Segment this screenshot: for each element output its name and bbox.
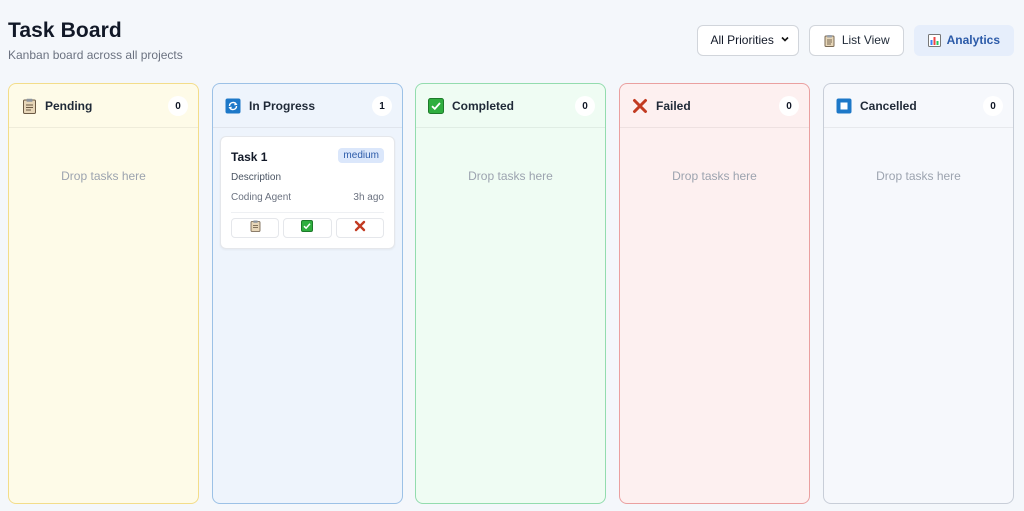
task-agent: Coding Agent xyxy=(231,192,292,203)
check-icon xyxy=(301,219,314,237)
task-card[interactable]: Task 1 medium Description Coding Agent 3… xyxy=(220,136,395,249)
drop-zone-placeholder: Drop tasks here xyxy=(672,169,757,183)
page-subtitle: Kanban board across all projects xyxy=(8,48,183,62)
column-header: In Progress 1 xyxy=(213,84,402,128)
column-cancelled[interactable]: Cancelled 0 Drop tasks here xyxy=(823,83,1014,504)
analytics-label: Analytics xyxy=(946,33,1000,47)
column-header: Cancelled 0 xyxy=(824,84,1013,128)
stop-icon xyxy=(836,98,852,114)
priority-badge: medium xyxy=(338,148,384,163)
kanban-board: Pending 0 Drop tasks here In Progress 1 … xyxy=(8,83,1014,504)
column-pending[interactable]: Pending 0 Drop tasks here xyxy=(8,83,199,504)
mark-completed-button[interactable] xyxy=(283,218,332,238)
cross-icon xyxy=(354,219,366,237)
analytics-button[interactable]: Analytics xyxy=(913,24,1014,56)
column-header: Failed 0 xyxy=(620,84,809,128)
list-view-button[interactable]: List View xyxy=(808,24,904,56)
task-board-page: Task Board Kanban board across all proje… xyxy=(0,0,1024,511)
column-title: Pending xyxy=(45,98,93,113)
column-header: Completed 0 xyxy=(416,84,605,128)
check-icon xyxy=(428,97,444,114)
task-description: Description xyxy=(231,172,282,183)
column-title: Failed xyxy=(656,98,691,113)
column-title: In Progress xyxy=(249,98,316,113)
drop-zone-placeholder: Drop tasks here xyxy=(61,169,146,183)
clipboard-icon xyxy=(823,34,836,47)
column-count-badge: 0 xyxy=(983,96,1003,116)
list-view-label: List View xyxy=(841,33,890,47)
column-title: Completed xyxy=(452,98,515,113)
column-title: Cancelled xyxy=(860,98,917,113)
priority-filter-select[interactable]: All Priorities xyxy=(697,24,799,56)
cross-icon xyxy=(632,98,648,114)
card-divider xyxy=(231,212,384,213)
page-title: Task Board xyxy=(8,19,122,42)
chevron-down-icon xyxy=(780,34,790,47)
column-count-badge: 0 xyxy=(168,96,188,116)
column-completed[interactable]: Completed 0 Drop tasks here xyxy=(415,83,606,504)
column-count-badge: 0 xyxy=(575,96,595,116)
refresh-icon xyxy=(225,98,241,114)
column-in-progress[interactable]: In Progress 1 Task 1 medium Description … xyxy=(212,83,403,504)
task-actions xyxy=(231,218,384,238)
column-count-badge: 0 xyxy=(779,96,799,116)
move-to-pending-button[interactable] xyxy=(231,218,280,238)
task-timestamp: 3h ago xyxy=(353,192,384,203)
page-header: Task Board Kanban board across all proje… xyxy=(0,0,1024,72)
drop-zone-placeholder: Drop tasks here xyxy=(468,169,553,183)
clipboard-icon xyxy=(21,98,37,114)
bar-chart-icon xyxy=(927,33,941,47)
priority-filter-value: All Priorities xyxy=(710,33,774,47)
column-header: Pending 0 xyxy=(9,84,198,128)
column-count-badge: 1 xyxy=(372,96,392,116)
clipboard-icon xyxy=(250,219,261,237)
drop-zone-placeholder: Drop tasks here xyxy=(876,169,961,183)
mark-failed-button[interactable] xyxy=(335,218,384,238)
column-failed[interactable]: Failed 0 Drop tasks here xyxy=(619,83,810,504)
toolbar: All Priorities List View Analytics xyxy=(697,24,1014,56)
task-title: Task 1 xyxy=(231,150,268,164)
